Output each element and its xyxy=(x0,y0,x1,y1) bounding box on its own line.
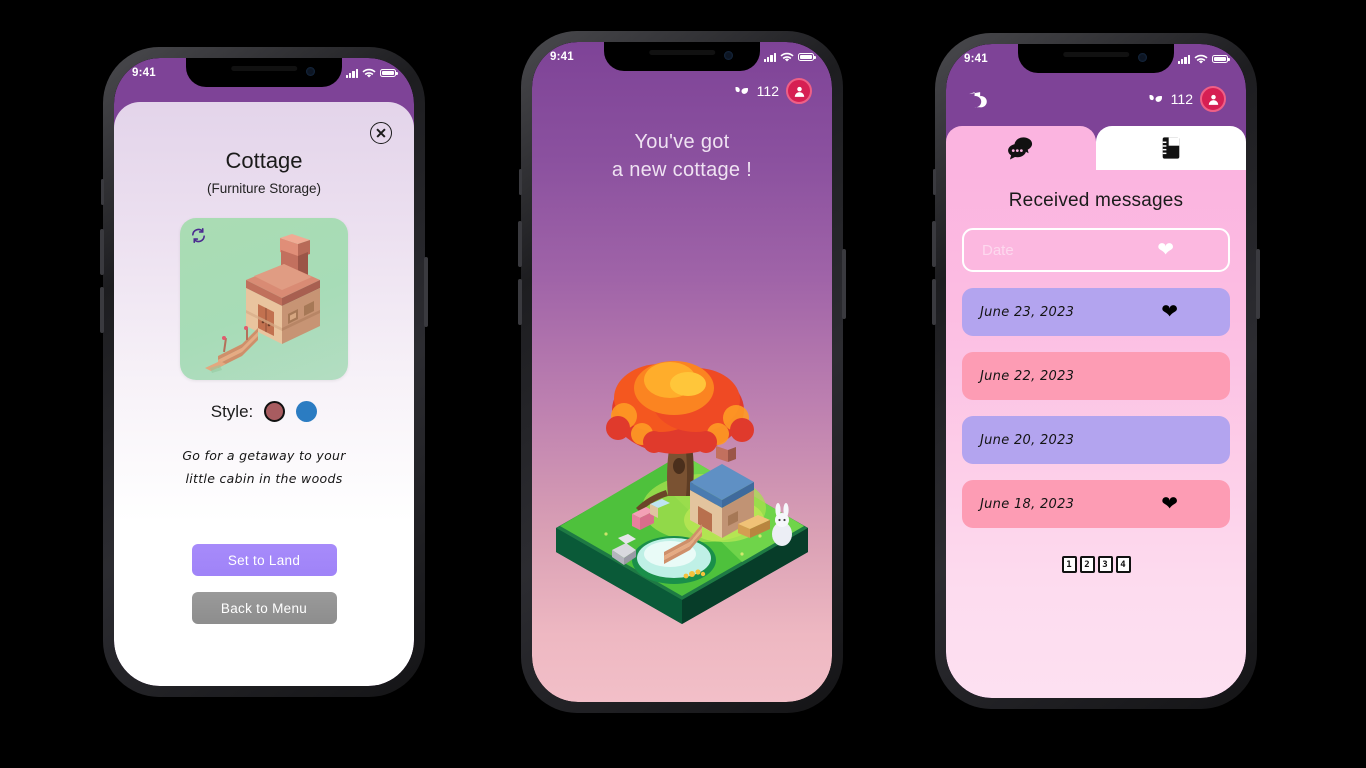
resource-hud: 112 xyxy=(1148,86,1226,112)
power-button[interactable] xyxy=(424,257,428,327)
volume-up-button[interactable] xyxy=(932,221,936,267)
wifi-icon xyxy=(780,52,794,62)
pagination-page-4[interactable]: 4 xyxy=(1115,556,1131,573)
chat-bubbles-icon xyxy=(1008,137,1033,160)
rotate-icon[interactable] xyxy=(190,227,207,244)
message-date: June 18, 2023 xyxy=(980,496,1075,512)
resource-hud: 112 xyxy=(734,78,812,104)
style-label: Style: xyxy=(210,401,254,421)
earpiece-speaker xyxy=(649,50,715,55)
leaf-icon xyxy=(1149,94,1162,102)
battery-icon xyxy=(380,69,398,77)
status-time: 9:41 xyxy=(132,67,156,79)
table-row[interactable]: June 20, 2023 ❤ xyxy=(962,416,1230,464)
battery-icon xyxy=(1212,55,1230,63)
phone-1-screen: 9:41 Cottage (Furniture Storage) Style: … xyxy=(114,58,414,686)
reward-headline: You've got a new cottage ! xyxy=(532,128,832,185)
earpiece-speaker xyxy=(1063,52,1129,57)
page-title: Cottage xyxy=(225,148,303,173)
table-row[interactable]: June 18, 2023 ❤ xyxy=(962,480,1230,528)
page-subtitle: (Furniture Storage) xyxy=(206,181,322,196)
back-to-menu-button[interactable]: Back to Menu xyxy=(191,592,337,625)
front-camera xyxy=(306,67,316,76)
front-camera xyxy=(724,51,734,60)
date-filter-label: Date xyxy=(982,241,1014,259)
mute-switch[interactable] xyxy=(933,169,936,195)
status-time: 9:41 xyxy=(550,51,574,63)
table-row[interactable]: June 23, 2023 ❤ xyxy=(962,288,1230,336)
style-swatch-brown[interactable] xyxy=(264,401,286,422)
close-icon[interactable] xyxy=(370,122,392,144)
notch xyxy=(1018,44,1174,73)
date-filter-bar[interactable]: Date ❤ xyxy=(962,228,1230,272)
message-date: June 22, 2023 xyxy=(980,368,1075,384)
leaf-count: 112 xyxy=(1170,91,1193,107)
tab-notebook[interactable] xyxy=(1096,126,1246,170)
battery-icon xyxy=(798,53,816,61)
tab-messages[interactable] xyxy=(946,126,1096,170)
user-avatar-icon[interactable] xyxy=(1200,86,1226,112)
volume-down-button[interactable] xyxy=(100,287,104,333)
phone-3-received-messages: 9:41 112 Received messages Date ❤ June 2… xyxy=(932,33,1260,709)
phone-2-screen: 9:41 112 You've got a new cottage ! xyxy=(532,42,832,702)
power-button[interactable] xyxy=(1256,249,1260,319)
notch xyxy=(604,42,760,71)
signal-bars-icon xyxy=(1177,54,1190,64)
signal-bars-icon xyxy=(763,52,776,62)
table-row[interactable]: June 22, 2023 ❤ xyxy=(962,352,1230,400)
mute-switch[interactable] xyxy=(519,169,522,195)
phone-2-new-cottage: 9:41 112 You've got a new cottage ! xyxy=(518,31,846,713)
message-date: June 20, 2023 xyxy=(980,432,1075,448)
headline-line-1: You've got xyxy=(634,131,730,153)
headline-line-2: a new cottage ! xyxy=(611,159,753,182)
wifi-icon xyxy=(362,68,376,78)
front-camera xyxy=(1138,53,1148,62)
cottage-preview[interactable] xyxy=(180,218,348,380)
pagination: 1 2 3 4 xyxy=(946,556,1246,573)
leaf-count: 112 xyxy=(756,83,779,99)
description-line-1: Go for a getaway to your xyxy=(182,448,346,463)
island-with-tree-and-cottage xyxy=(556,361,808,624)
user-avatar-icon[interactable] xyxy=(786,78,812,104)
style-selector: Style: xyxy=(114,401,414,422)
pagination-page-1[interactable]: 1 xyxy=(1061,556,1077,573)
heart-icon[interactable]: ❤ xyxy=(1157,240,1174,260)
leaf-icon xyxy=(735,86,748,94)
message-date: June 23, 2023 xyxy=(980,304,1075,320)
favorite-heart-icon[interactable]: ❤ xyxy=(1161,494,1178,514)
mute-switch[interactable] xyxy=(101,179,104,205)
cottage-detail-card: Cottage (Furniture Storage) Style: Go fo… xyxy=(114,102,414,686)
wifi-icon xyxy=(1194,54,1208,64)
app-top-bar: 112 xyxy=(946,78,1246,120)
earpiece-speaker xyxy=(231,66,297,71)
set-to-land-button[interactable]: Set to Land xyxy=(191,544,337,577)
messages-panel: Received messages Date ❤ June 23, 2023 ❤… xyxy=(946,170,1246,698)
pagination-page-2[interactable]: 2 xyxy=(1079,556,1095,573)
volume-up-button[interactable] xyxy=(518,221,522,267)
screenshot-stage: 9:41 Cottage (Furniture Storage) Style: … xyxy=(0,0,1366,768)
volume-down-button[interactable] xyxy=(932,279,936,325)
page-title: Received messages xyxy=(1008,190,1184,211)
back-arrow-icon[interactable] xyxy=(966,88,990,110)
item-description: Go for a getaway to your little cabin in… xyxy=(114,444,414,490)
notch xyxy=(186,58,342,87)
volume-up-button[interactable] xyxy=(100,229,104,275)
style-swatch-blue[interactable] xyxy=(296,401,318,422)
phone-1-cottage-detail: 9:41 Cottage (Furniture Storage) Style: … xyxy=(100,47,428,697)
pagination-page-3[interactable]: 3 xyxy=(1097,556,1113,573)
power-button[interactable] xyxy=(842,249,846,319)
favorite-heart-icon[interactable]: ❤ xyxy=(1161,302,1178,322)
description-line-2: little cabin in the woods xyxy=(185,471,343,487)
notebook-icon xyxy=(1162,137,1180,159)
status-time: 9:41 xyxy=(964,53,988,65)
volume-down-button[interactable] xyxy=(518,279,522,325)
phone-3-screen: 9:41 112 Received messages Date ❤ June 2… xyxy=(946,44,1246,698)
signal-bars-icon xyxy=(345,68,358,78)
tab-bar xyxy=(946,126,1246,170)
